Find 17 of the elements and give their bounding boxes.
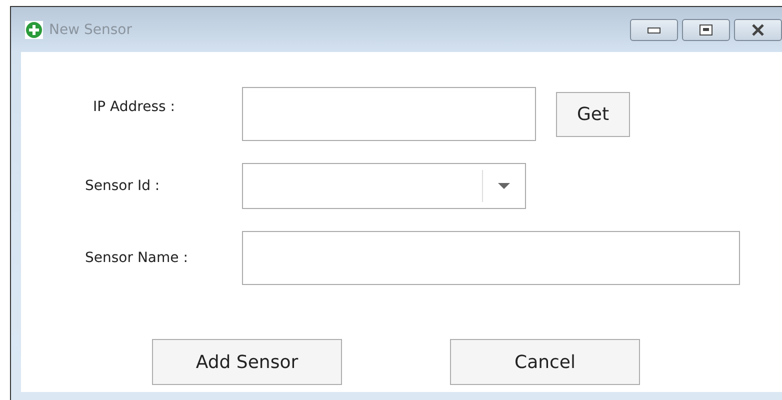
close-icon (751, 24, 765, 36)
window-title: New Sensor (49, 22, 132, 38)
input-field[interactable] (242, 231, 740, 285)
input-field[interactable] (242, 87, 536, 141)
maximize-button[interactable] (682, 18, 730, 40)
field-label: Sensor Name : (85, 250, 189, 266)
field-label: IP Address : (92, 98, 176, 115)
minimize-button[interactable] (630, 18, 678, 40)
get-button[interactable]: Get (556, 92, 630, 137)
close-button[interactable] (734, 18, 782, 40)
cancel-button[interactable]: Cancel (450, 339, 640, 385)
plus-icon (25, 20, 43, 38)
field-label: Sensor Id : (85, 178, 161, 194)
maximize-icon (699, 24, 713, 36)
add-sensor-button[interactable]: Add Sensor (152, 339, 342, 385)
caret-icon (497, 182, 511, 190)
minimize-icon (647, 26, 661, 34)
